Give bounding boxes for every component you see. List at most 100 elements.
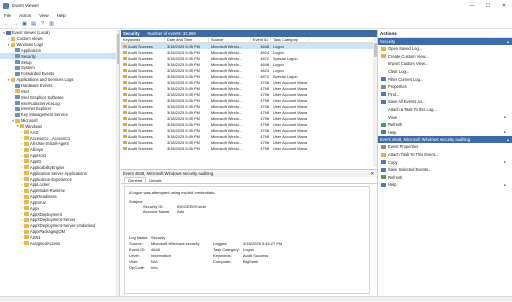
tree-item-label: Microsoft bbox=[21, 118, 38, 124]
actions-section-event-label: Event 4648, Microsoft Windows security a… bbox=[380, 137, 472, 143]
tree-item-label: AppXDeployment bbox=[30, 211, 62, 217]
key-icon bbox=[123, 98, 127, 102]
tree-item-label: Application bbox=[21, 47, 42, 53]
keywords-label: Keywords: bbox=[213, 253, 232, 258]
action-save-all-events-as[interactable]: Save All Events As... bbox=[378, 98, 512, 106]
event-id-cell: 4798 bbox=[260, 103, 269, 109]
folder-icon bbox=[24, 212, 29, 217]
menu-view[interactable]: View bbox=[39, 13, 48, 18]
action-event-properties[interactable]: Event Properties bbox=[378, 143, 512, 151]
tree-scrollbar-thumb[interactable] bbox=[116, 34, 119, 64]
menu-help[interactable]: Help bbox=[57, 13, 66, 18]
column-keywords[interactable]: Keywords bbox=[121, 37, 165, 42]
tree-item-label: All-User-Install-Agent bbox=[30, 141, 69, 147]
show-hide-action-pane-icon[interactable]: ▥ bbox=[48, 20, 55, 27]
expand-toggle-icon[interactable]: ▾ bbox=[7, 78, 11, 82]
collapse-icon[interactable]: ▴ bbox=[507, 39, 509, 44]
action-label: Event Properties bbox=[388, 144, 419, 150]
computer-label: Computer: bbox=[213, 259, 232, 264]
account-name-value: Adri bbox=[177, 209, 185, 215]
keywords-cell: Audit Success bbox=[121, 56, 165, 61]
event-id-cell: 4624 bbox=[260, 67, 269, 73]
folder-icon bbox=[19, 124, 24, 129]
action-help[interactable]: Help ▸ bbox=[378, 129, 512, 137]
close-button[interactable]: ✕ bbox=[496, 0, 512, 11]
action-properties[interactable]: Properties bbox=[378, 83, 512, 91]
column-source[interactable]: Source bbox=[209, 37, 251, 42]
tree-item-label: Application Server-Applications bbox=[30, 170, 87, 176]
date-time-cell: 3/18/2025 5:45 PM bbox=[167, 115, 200, 121]
tree-item[interactable]: › AssignedAccess bbox=[0, 240, 119, 246]
minimize-button[interactable]: — bbox=[464, 0, 480, 11]
expand-toggle-icon[interactable]: ▾ bbox=[16, 124, 20, 128]
source-cell: Microsoft Windo... bbox=[211, 49, 243, 55]
action-save-selected-events[interactable]: Save Selected Events... bbox=[378, 166, 512, 174]
keywords-cell: Audit Success bbox=[121, 152, 165, 153]
source-cell: Microsoft Windo... bbox=[211, 79, 243, 85]
tab-general[interactable]: General bbox=[124, 177, 147, 183]
tree-item-label: AllJoyn bbox=[30, 147, 44, 153]
keywords-cell: Audit Success bbox=[121, 86, 165, 91]
properties-icon[interactable]: ▤ bbox=[30, 20, 37, 27]
action-clear-log[interactable]: Clear Log... bbox=[378, 68, 512, 76]
column-date-time[interactable]: Date and Time bbox=[165, 37, 209, 42]
column-event-id[interactable]: Event ID bbox=[251, 37, 271, 42]
tab-details[interactable]: Details bbox=[146, 177, 164, 183]
help-icon[interactable]: ? bbox=[39, 20, 46, 27]
back-icon[interactable]: ← bbox=[3, 20, 10, 27]
task-category-cell: Logon bbox=[273, 67, 284, 73]
action-attach-task-to-this-event[interactable]: Attach Task To This Event... bbox=[378, 151, 512, 159]
show-hide-tree-icon[interactable]: ▣ bbox=[21, 20, 28, 27]
keywords-cell: Audit Success bbox=[121, 98, 165, 103]
action-icon bbox=[381, 84, 386, 89]
collapse-icon[interactable]: ▴ bbox=[507, 137, 509, 142]
actions-section-event[interactable]: Event 4648, Microsoft Windows security a… bbox=[378, 136, 512, 144]
key-icon bbox=[123, 122, 127, 126]
menu-file[interactable]: File bbox=[4, 13, 11, 18]
submenu-arrow-icon: ▸ bbox=[504, 160, 506, 165]
task-category-cell: Logon bbox=[273, 49, 284, 55]
column-task-category[interactable]: Task Category bbox=[271, 37, 309, 42]
action-create-custom-view[interactable]: Create Custom View... bbox=[378, 53, 512, 61]
source-cell: Microsoft Windo... bbox=[211, 85, 243, 91]
date-time-cell: 3/18/2025 5:45 PM bbox=[167, 85, 200, 91]
maximize-button[interactable]: ☐ bbox=[480, 0, 496, 11]
expand-toggle-icon[interactable]: ▾ bbox=[7, 43, 11, 47]
event-row[interactable]: Audit Success 3/18/2025 5:45 PMMicrosoft … bbox=[121, 151, 373, 153]
expand-toggle-icon[interactable]: › bbox=[7, 37, 11, 41]
key-icon bbox=[123, 44, 127, 48]
action-label: Save All Events As... bbox=[388, 99, 426, 105]
action-import-custom-view[interactable]: Import Custom View... bbox=[378, 60, 512, 68]
action-help[interactable]: Help ▸ bbox=[378, 181, 512, 189]
actions-list-event: Event Properties Attach Task To This Even… bbox=[378, 143, 512, 189]
folder-icon bbox=[10, 42, 15, 47]
date-time-cell: 3/18/2025 5:45 PM bbox=[167, 49, 200, 55]
close-icon[interactable]: ✕ bbox=[370, 171, 374, 177]
keywords-cell: Audit Success bbox=[121, 62, 165, 67]
action-refresh[interactable]: Refresh bbox=[378, 121, 512, 129]
event-id-cell: 4798 bbox=[260, 79, 269, 85]
log-icon bbox=[15, 106, 20, 111]
source-cell: Microsoft Windo... bbox=[211, 103, 243, 109]
tree-item-label: AppSruv bbox=[30, 199, 46, 205]
actions-section-security[interactable]: Security ▴ bbox=[378, 38, 512, 45]
folder-icon bbox=[24, 235, 29, 240]
action-icon bbox=[381, 92, 386, 97]
action-filter-current-log[interactable]: Filter Current Log... bbox=[378, 75, 512, 83]
action-view[interactable]: View ▸ bbox=[378, 113, 512, 121]
source-value: Microsoft Windows security bbox=[151, 241, 200, 246]
keywords-cell: Audit Success bbox=[121, 44, 165, 49]
key-icon bbox=[123, 56, 127, 60]
tree-item-label: AppHost bbox=[30, 153, 46, 159]
action-open-saved-log[interactable]: Open Saved Log... bbox=[378, 45, 512, 53]
security-id-label: Security ID: bbox=[143, 203, 164, 209]
action-find[interactable]: Find... bbox=[378, 91, 512, 99]
keywords-cell: Audit Success bbox=[121, 128, 165, 133]
forward-icon[interactable]: → bbox=[12, 20, 19, 27]
menu-action[interactable]: Action bbox=[19, 13, 31, 18]
action-attach-a-task-to-this-log[interactable]: Attach a Task To this Log... bbox=[378, 106, 512, 114]
keywords-cell: Audit Success bbox=[121, 110, 165, 115]
action-copy[interactable]: Copy ▸ bbox=[378, 158, 512, 166]
tree-scrollbar[interactable] bbox=[116, 30, 119, 296]
action-refresh[interactable]: Refresh bbox=[378, 174, 512, 182]
